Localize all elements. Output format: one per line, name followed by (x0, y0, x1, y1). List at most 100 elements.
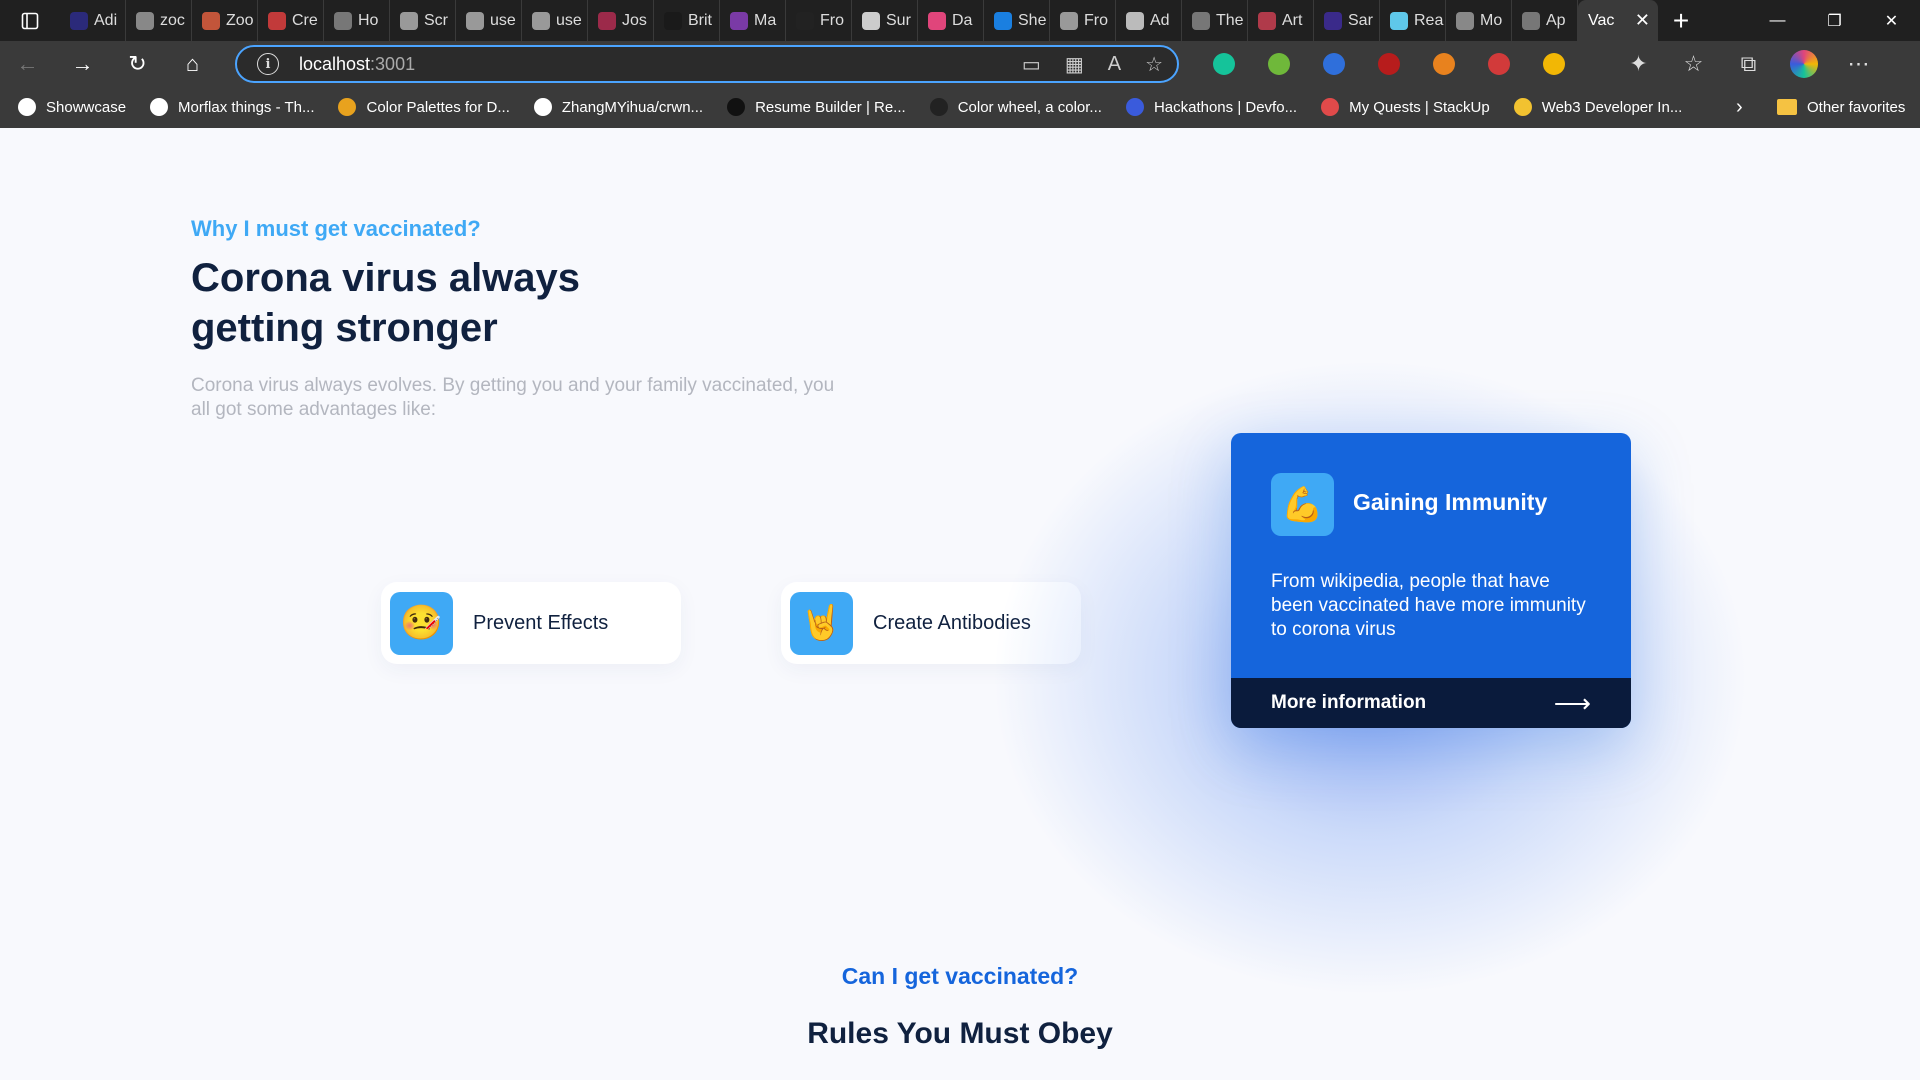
home-icon[interactable]: ⌂ (165, 41, 220, 86)
bookmark-favicon-icon (150, 98, 169, 116)
bookmarks-overflow-icon[interactable]: › (1736, 86, 1743, 128)
tab[interactable]: Art (1248, 0, 1314, 41)
bookmark-item[interactable]: Morflax things - Th... (150, 98, 314, 116)
tab[interactable]: Jos (588, 0, 654, 41)
more-icon[interactable]: ⋯ (1831, 41, 1886, 86)
tab[interactable]: Brit (654, 0, 720, 41)
bookmark-item[interactable]: Color wheel, a color... (929, 98, 1102, 116)
tab-title: Ad (1150, 11, 1170, 29)
read-aloud-icon[interactable]: A (1108, 53, 1121, 76)
tab[interactable]: zoc (126, 0, 192, 41)
bookmark-label: My Quests | StackUp (1349, 98, 1490, 116)
bookmark-label: Hackathons | Devfo... (1153, 98, 1298, 116)
download-extension-icon[interactable] (1251, 41, 1306, 86)
back-icon[interactable]: ← (0, 41, 55, 86)
bookmark-item[interactable]: Showwcase (18, 98, 126, 116)
browser-toolbar: ← → ↻ ⌂ i localhost:3001 ▭ ▦ A ☆ ✦ ☆ ⧉ ⋯ (0, 41, 1920, 86)
other-favorites[interactable]: Other favorites (1777, 86, 1905, 128)
tab[interactable]: Da (918, 0, 984, 41)
tab[interactable]: use (522, 0, 588, 41)
site-info-icon[interactable]: i (257, 53, 279, 75)
tab[interactable]: Cre (258, 0, 324, 41)
folder-icon (1777, 99, 1797, 115)
tab[interactable]: Sur (852, 0, 918, 41)
address-bar[interactable]: i localhost:3001 ▭ ▦ A ☆ (235, 45, 1179, 83)
bookmark-item[interactable]: Hackathons | Devfo... (1125, 98, 1298, 116)
bookmark-item[interactable]: Color Palettes for D... (338, 98, 510, 116)
tab[interactable]: Adi (60, 0, 126, 41)
tab[interactable]: Rea (1380, 0, 1446, 41)
ublock-extension-icon[interactable] (1361, 41, 1416, 86)
close-window-icon[interactable]: ✕ (1863, 0, 1920, 41)
extension-red-extension-icon[interactable] (1471, 41, 1526, 86)
tab[interactable]: Ad (1116, 0, 1182, 41)
flexed-arm-icon: 💪 (1271, 473, 1334, 536)
minimize-icon[interactable]: — (1749, 0, 1806, 41)
rules-eyebrow: Can I get vaccinated? (841, 963, 1079, 989)
advantage-label: Prevent Effects (473, 611, 609, 634)
tab[interactable]: She (984, 0, 1050, 41)
collections-icon[interactable]: ▦ (1065, 52, 1084, 77)
app-available-icon[interactable]: ▭ (1022, 52, 1041, 77)
tab[interactable]: Ap (1512, 0, 1578, 41)
toolbar-right: ✦ ☆ ⧉ ⋯ (1611, 41, 1886, 86)
bookmark-item[interactable]: Resume Builder | Re... (727, 98, 906, 116)
tab-active[interactable]: Vac ✕ (1578, 0, 1658, 41)
tab-favicon-icon (532, 11, 550, 30)
tab-favicon-icon (466, 11, 484, 30)
tab[interactable]: The (1182, 0, 1248, 41)
refresh-icon[interactable]: ↻ (110, 41, 165, 86)
favorites-icon[interactable]: ☆ (1666, 41, 1721, 86)
hero-description: Corona virus always evolves. By getting … (191, 375, 835, 420)
tab[interactable]: use (456, 0, 522, 41)
url-host: localhost (299, 53, 371, 74)
tab[interactable]: Sar (1314, 0, 1380, 41)
tab[interactable]: Fro (1050, 0, 1116, 41)
tab[interactable]: Ma (720, 0, 786, 41)
bookmark-item[interactable]: Web3 Developer In... (1513, 98, 1683, 116)
advantage-card-prevent-effects[interactable]: 🤒 Prevent Effects (381, 582, 681, 664)
bookmark-list: Showwcase Morflax things - Th... Color Pal… (18, 98, 1706, 116)
tab[interactable]: Mo (1446, 0, 1512, 41)
bookmark-label: Showwcase (46, 98, 127, 116)
avatar[interactable] (1776, 41, 1831, 86)
tab[interactable]: Ho (324, 0, 390, 41)
collections-tab-icon[interactable]: ⧉ (1721, 41, 1776, 86)
tab-title: Ma (754, 11, 777, 29)
restore-icon[interactable]: ❐ (1806, 0, 1863, 41)
bookmark-item[interactable]: ZhangMYihua/crwn... (533, 98, 704, 116)
url-port: :3001 (370, 53, 416, 74)
bookmark-favicon-icon (533, 98, 552, 116)
tab-title: Fro (1084, 11, 1108, 29)
add-favorite-icon[interactable]: ☆ (1145, 52, 1163, 77)
tab-actions-icon[interactable] (0, 0, 60, 41)
tab-favicon-icon (730, 11, 748, 30)
close-tab-icon[interactable]: ✕ (1635, 10, 1650, 31)
todo-extension-icon[interactable] (1306, 41, 1361, 86)
hero-title: Corona virus always getting stronger (191, 256, 581, 350)
tab[interactable]: Scr (390, 0, 456, 41)
tab[interactable]: Fro (786, 0, 852, 41)
tab-title: Mo (1480, 11, 1503, 29)
tab-title: Brit (688, 11, 712, 29)
metamask-extension-icon[interactable] (1416, 41, 1471, 86)
forward-icon[interactable]: → (55, 41, 110, 86)
puzzle-icon[interactable]: ✦ (1611, 41, 1666, 86)
rock-hand-icon: 🤘 (790, 591, 853, 655)
feature-description: From wikipedia, people that have been va… (1271, 571, 1586, 640)
bookmark-label: Web3 Developer In... (1541, 98, 1683, 116)
bookmark-label: ZhangMYihua/crwn... (561, 98, 704, 116)
bookmark-favicon-icon (1321, 98, 1340, 116)
chrome-like-extension-icon[interactable] (1526, 41, 1581, 86)
tab[interactable]: Zoo (192, 0, 258, 41)
bookmark-item[interactable]: My Quests | StackUp (1321, 98, 1490, 116)
tab-title: Sar (1348, 11, 1373, 29)
tab-favicon-icon (1060, 11, 1078, 30)
tab-title: Rea (1414, 11, 1444, 29)
new-tab-button[interactable]: + (1658, 0, 1704, 41)
tab-title: Fro (820, 11, 844, 29)
more-information-link[interactable]: More information ⟶ (1231, 678, 1631, 728)
tab-title: zoc (160, 11, 185, 29)
grammarly-extension-icon[interactable] (1196, 41, 1251, 86)
bookmark-label: Resume Builder | Re... (755, 98, 906, 116)
